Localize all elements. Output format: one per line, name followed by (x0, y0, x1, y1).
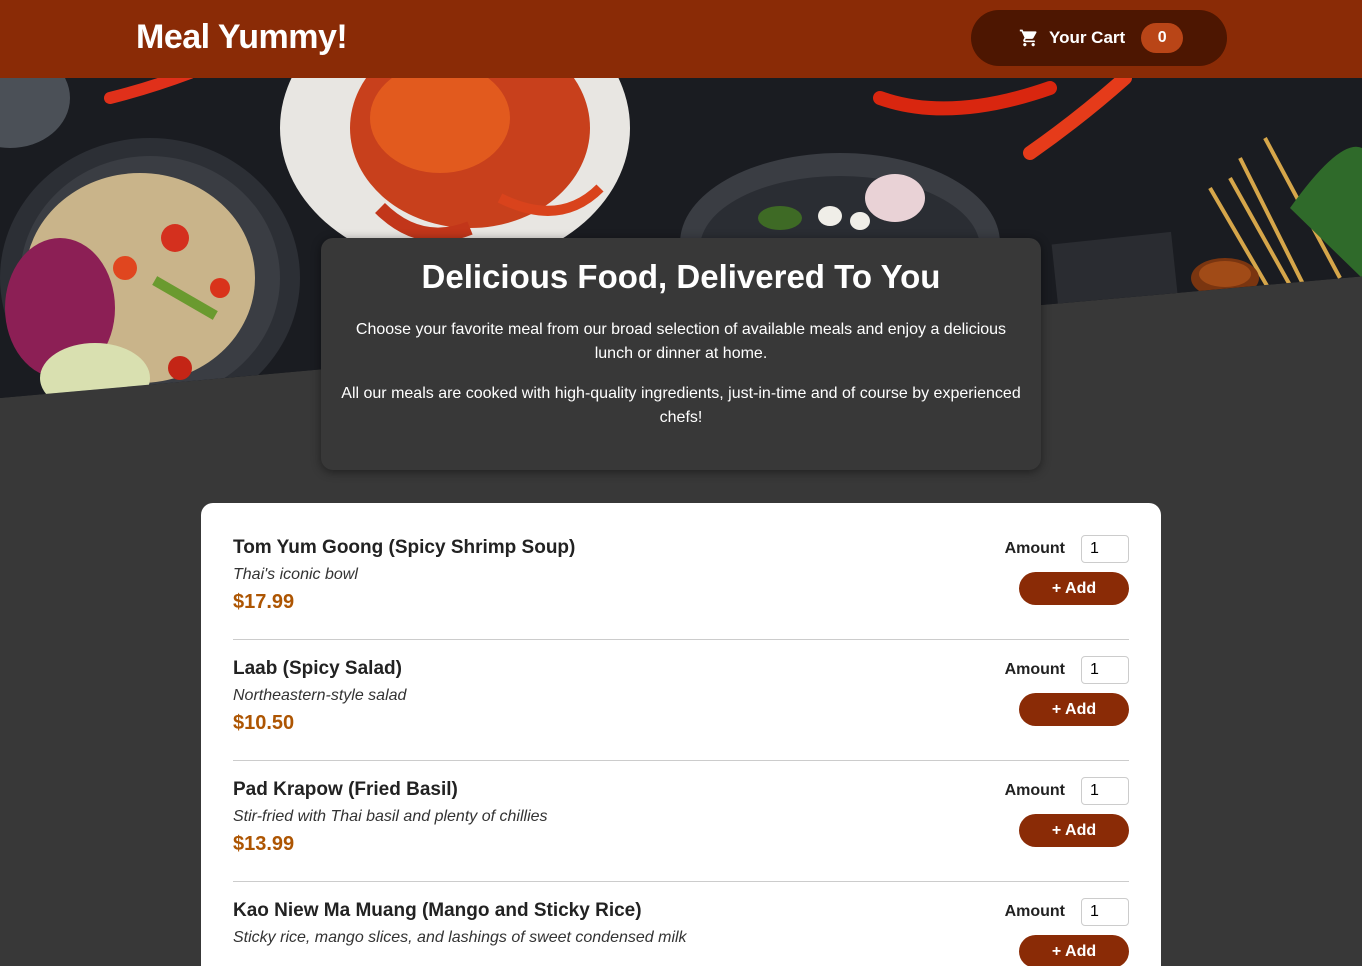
amount-label: Amount (1004, 903, 1065, 920)
meal-form: Amount + Add (989, 535, 1129, 605)
add-button[interactable]: + Add (1019, 572, 1129, 605)
brand-title: Meal Yummy! (136, 18, 348, 56)
meal-form: Amount + Add (989, 898, 1129, 966)
add-button[interactable]: + Add (1019, 814, 1129, 847)
cart-count-badge: 0 (1141, 23, 1184, 53)
cart-button[interactable]: Your Cart 0 (971, 10, 1227, 66)
meal-item: Laab (Spicy Salad) Northeastern-style sa… (233, 640, 1129, 761)
meal-form: Amount + Add (989, 656, 1129, 726)
amount-input[interactable] (1081, 535, 1129, 563)
amount-label: Amount (1004, 661, 1065, 678)
cart-icon (1019, 29, 1037, 47)
cart-label: Your Cart (1049, 28, 1126, 47)
amount-input[interactable] (1081, 656, 1129, 684)
app-header: Meal Yummy! Your Cart 0 (0, 0, 1362, 78)
summary-card: Delicious Food, Delivered To You Choose … (321, 238, 1041, 470)
amount-row: Amount (989, 656, 1129, 684)
amount-label: Amount (1004, 782, 1065, 799)
amount-row: Amount (989, 777, 1129, 805)
summary-paragraph-2: All our meals are cooked with high-quali… (341, 385, 1021, 426)
meal-item: Tom Yum Goong (Spicy Shrimp Soup) Thai's… (233, 519, 1129, 640)
add-button[interactable]: + Add (1019, 693, 1129, 726)
add-button[interactable]: + Add (1019, 935, 1129, 966)
amount-row: Amount (989, 535, 1129, 563)
meal-item: Kao Niew Ma Muang (Mango and Sticky Rice… (233, 882, 1129, 966)
meal-item: Pad Krapow (Fried Basil) Stir-fried with… (233, 761, 1129, 882)
summary-paragraph-1: Choose your favorite meal from our broad… (355, 321, 1007, 362)
amount-input[interactable] (1081, 898, 1129, 926)
amount-row: Amount (989, 898, 1129, 926)
meal-form: Amount + Add (989, 777, 1129, 847)
summary-title: Delicious Food, Delivered To You (421, 258, 941, 295)
amount-input[interactable] (1081, 777, 1129, 805)
meals-list: Tom Yum Goong (Spicy Shrimp Soup) Thai's… (201, 503, 1161, 966)
amount-label: Amount (1004, 540, 1065, 557)
